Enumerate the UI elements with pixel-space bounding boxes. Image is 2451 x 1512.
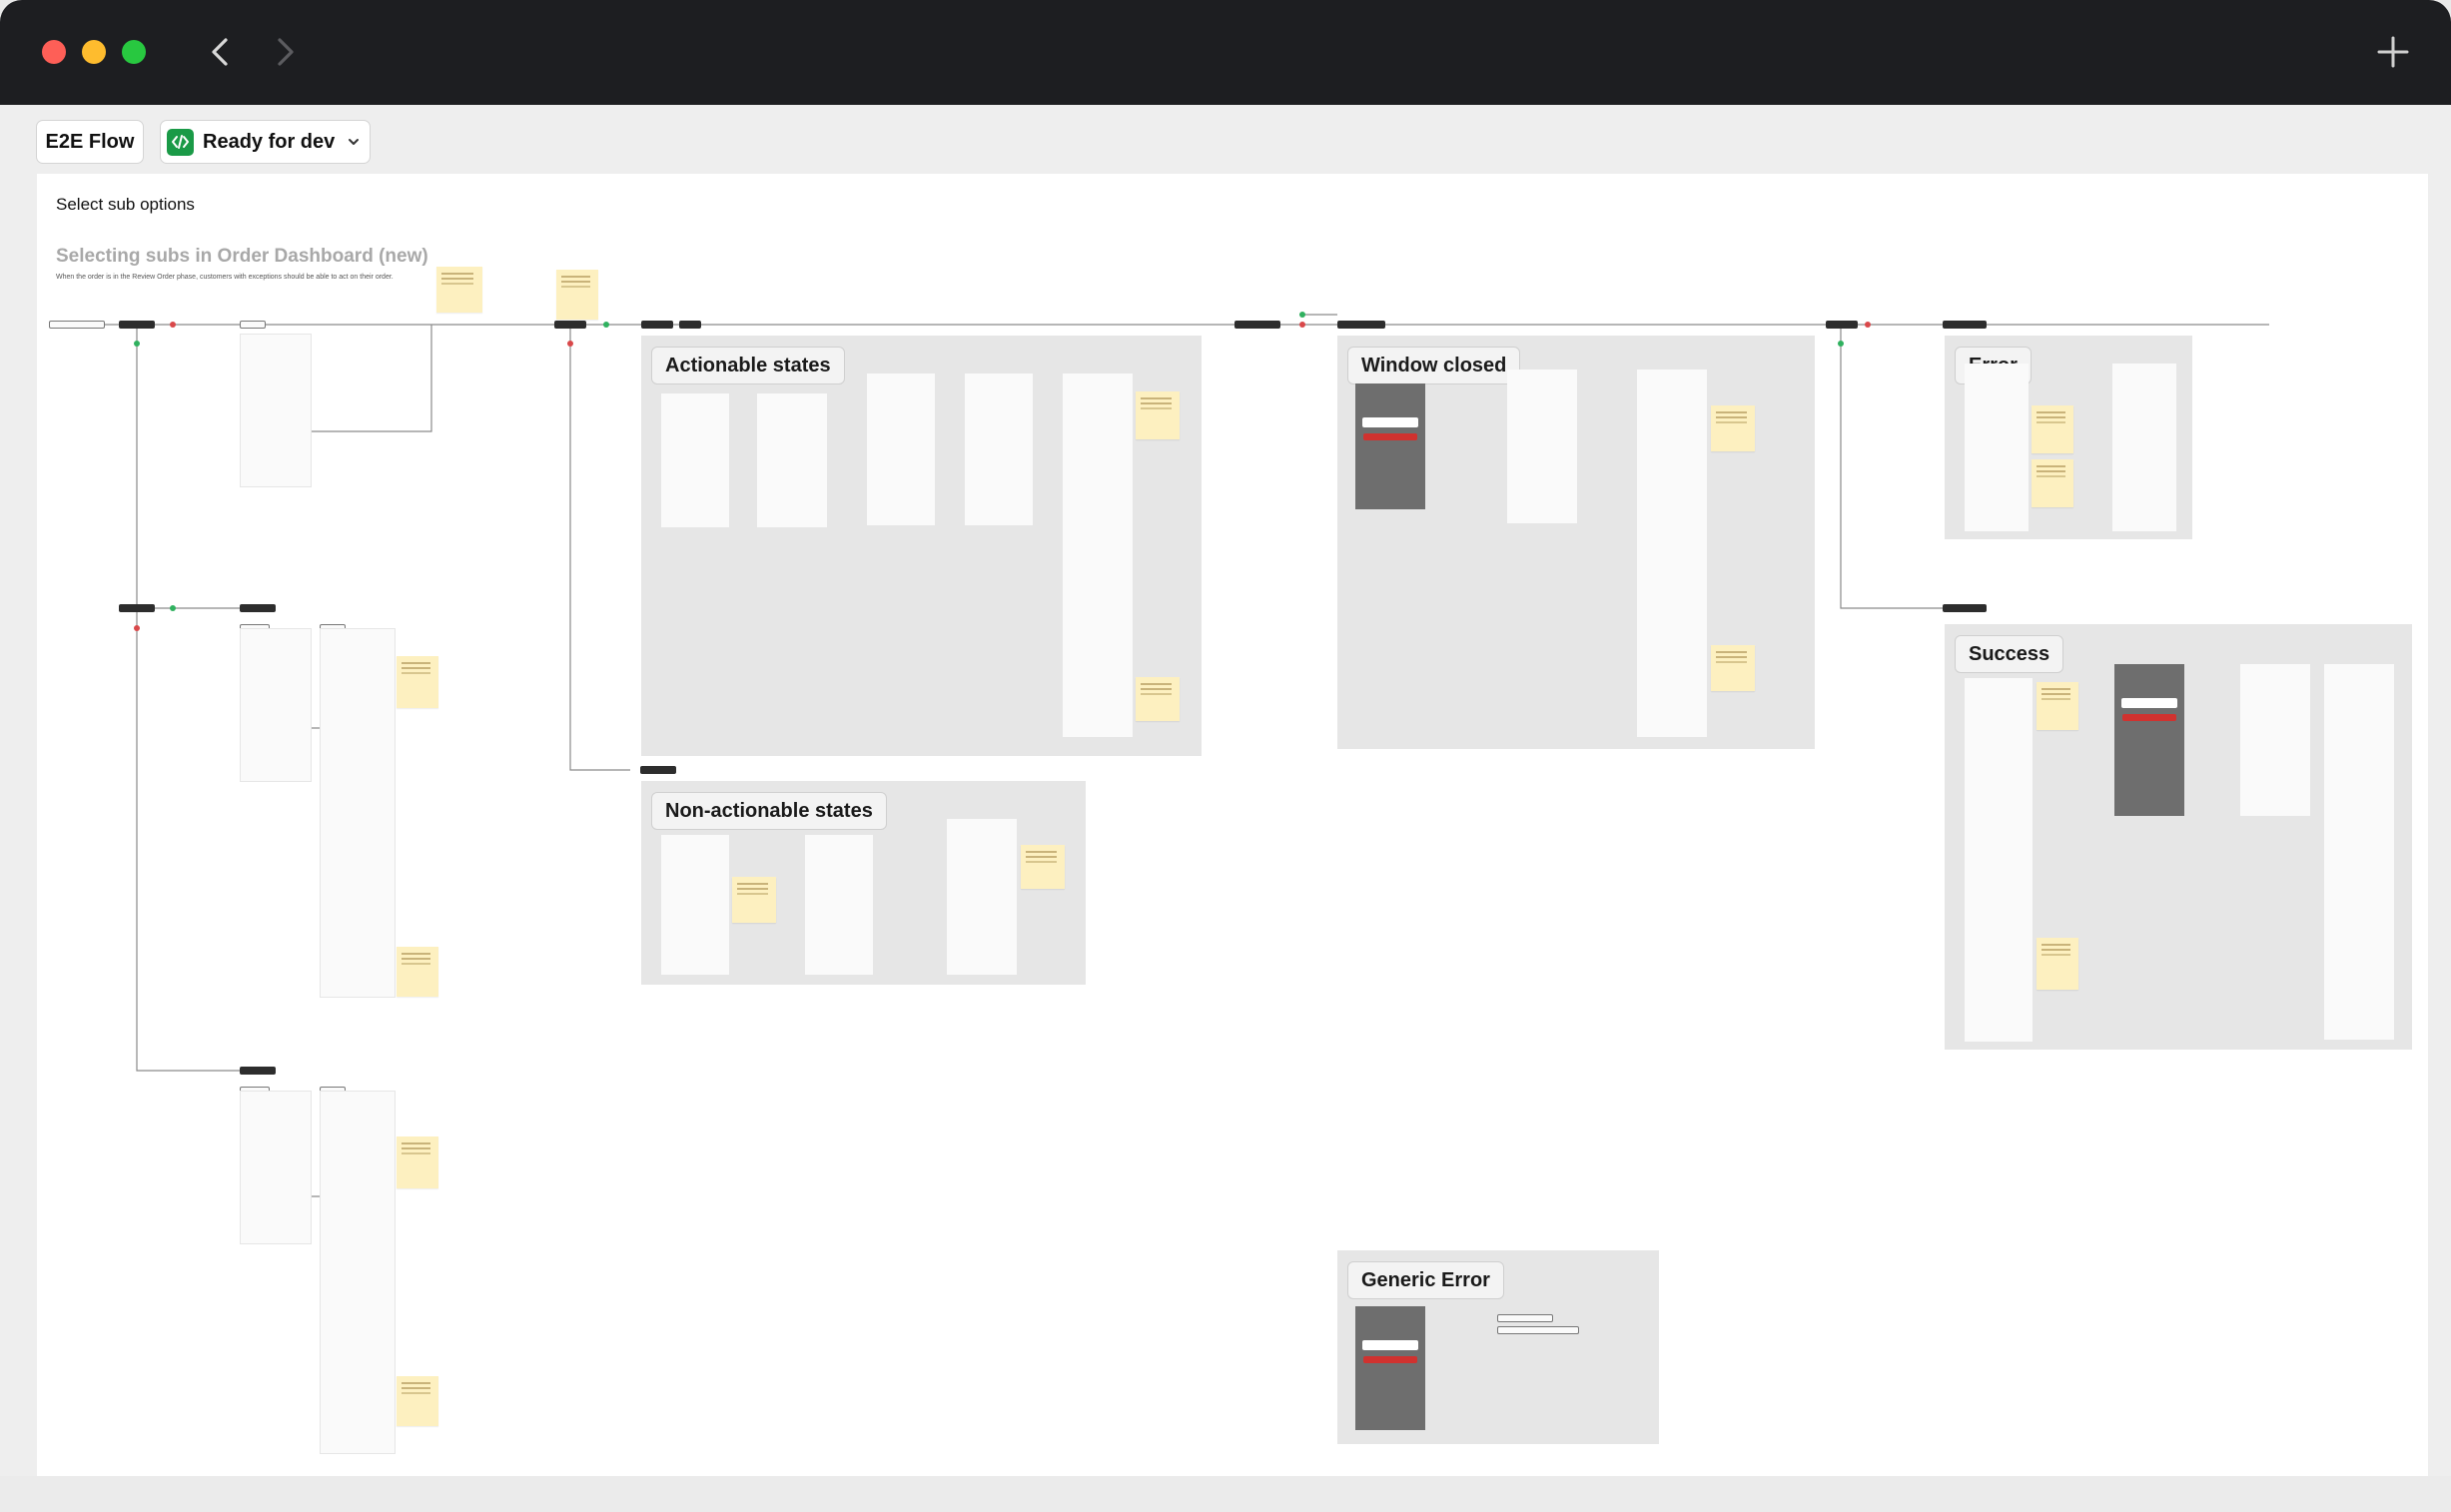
sticky-note xyxy=(397,1376,438,1426)
zoom-window-button[interactable] xyxy=(122,40,146,64)
phone-screen[interactable] xyxy=(1965,364,2029,531)
phone-screen[interactable] xyxy=(947,819,1017,975)
group-label: Success xyxy=(1955,635,2064,673)
group-window-closed[interactable]: Window closed xyxy=(1337,336,1815,749)
phone-screen[interactable] xyxy=(2324,664,2394,1040)
phone-screen[interactable] xyxy=(757,393,827,527)
phone-screen[interactable] xyxy=(2240,664,2310,816)
flow-node-tag xyxy=(1826,321,1858,329)
flow-node-tag xyxy=(49,321,105,329)
flow-node-tag xyxy=(1337,321,1385,329)
chevron-down-icon xyxy=(349,139,360,145)
flow-node-tag xyxy=(641,321,673,329)
connector-dot xyxy=(603,322,609,328)
sticky-note xyxy=(436,267,482,313)
group-error[interactable]: Error xyxy=(1945,336,2192,539)
group-label: Generic Error xyxy=(1347,1261,1504,1299)
phone-screen[interactable] xyxy=(320,628,396,998)
connector-dot xyxy=(1299,322,1305,328)
group-generic-error[interactable]: Generic Error xyxy=(1337,1250,1659,1444)
flow-node-tag xyxy=(554,321,586,329)
group-non-actionable-states[interactable]: Non-actionable states xyxy=(641,781,1086,985)
connector-dot xyxy=(134,625,140,631)
flow-node-tag xyxy=(1497,1326,1579,1334)
flow-node-tag xyxy=(119,604,155,612)
chevron-right-icon[interactable] xyxy=(266,30,306,74)
connector-dot xyxy=(1299,312,1305,318)
group-label: Non-actionable states xyxy=(651,792,887,830)
sticky-note xyxy=(2032,405,2073,453)
connector-dot xyxy=(1838,341,1844,347)
phone-screen[interactable] xyxy=(965,374,1033,525)
modal-screen[interactable] xyxy=(2114,664,2184,816)
phone-screen[interactable] xyxy=(867,374,935,525)
plus-icon[interactable] xyxy=(2371,30,2415,74)
flow-name-label: E2E Flow xyxy=(45,130,135,153)
sticky-note xyxy=(2037,938,2078,990)
chevron-left-icon[interactable] xyxy=(202,30,242,74)
status-dropdown[interactable]: Ready for dev xyxy=(160,120,371,164)
phone-screen[interactable] xyxy=(240,628,312,782)
sticky-note xyxy=(397,1136,438,1188)
flow-node-tag xyxy=(1234,321,1280,329)
flow-node-tag xyxy=(1497,1314,1553,1322)
phone-screen[interactable] xyxy=(661,393,729,527)
phone-screen[interactable] xyxy=(661,835,729,975)
title-bar xyxy=(0,0,2451,105)
sticky-note xyxy=(556,270,598,320)
connector-dot xyxy=(170,322,176,328)
browser-window: E2E Flow Ready for dev Select sub option… xyxy=(0,0,2451,1512)
flow-name-chip[interactable]: E2E Flow xyxy=(36,120,144,164)
status-label: Ready for dev xyxy=(203,130,336,153)
flow-node-tag xyxy=(240,604,276,612)
window-bottom-edge xyxy=(0,1476,2451,1512)
flow-node-tag xyxy=(640,766,676,774)
flow-canvas[interactable]: Select sub options Selecting subs in Ord… xyxy=(37,174,2428,1476)
sticky-note xyxy=(2032,459,2073,507)
group-label: Actionable states xyxy=(651,347,845,384)
group-success[interactable]: Success xyxy=(1945,624,2412,1050)
connector-dot xyxy=(170,605,176,611)
connector-dot xyxy=(134,341,140,347)
flow-node-tag xyxy=(1943,604,1987,612)
sticky-note xyxy=(397,947,438,997)
sticky-note xyxy=(1136,677,1180,721)
phone-screen[interactable] xyxy=(320,1091,396,1454)
sticky-note xyxy=(1136,391,1180,439)
phone-screen[interactable] xyxy=(240,334,312,487)
flow-node-tag xyxy=(1943,321,1987,329)
sticky-note xyxy=(732,877,776,923)
phone-screen[interactable] xyxy=(2112,364,2176,531)
connector-dot xyxy=(1865,322,1871,328)
sticky-note xyxy=(2037,682,2078,730)
sticky-note xyxy=(1711,645,1755,691)
minimize-window-button[interactable] xyxy=(82,40,106,64)
sticky-note xyxy=(1021,845,1065,889)
close-window-button[interactable] xyxy=(42,40,66,64)
phone-screen[interactable] xyxy=(1063,374,1133,737)
phone-screen[interactable] xyxy=(805,835,873,975)
flow-node-tag xyxy=(119,321,155,329)
phone-screen[interactable] xyxy=(1507,370,1577,523)
flow-node-tag xyxy=(679,321,701,329)
group-label: Window closed xyxy=(1347,347,1521,384)
phone-screen[interactable] xyxy=(1965,678,2033,1042)
modal-screen[interactable] xyxy=(1355,1306,1425,1430)
flow-node-tag xyxy=(240,1067,276,1075)
phone-screen[interactable] xyxy=(1637,370,1707,737)
sticky-note xyxy=(397,656,438,708)
code-icon xyxy=(167,128,194,156)
phone-screen[interactable] xyxy=(240,1091,312,1244)
sticky-note xyxy=(1711,405,1755,451)
group-actionable-states[interactable]: Actionable states xyxy=(641,336,1202,756)
connector-dot xyxy=(567,341,573,347)
flow-node-tag xyxy=(240,321,266,329)
modal-screen[interactable] xyxy=(1355,383,1425,509)
